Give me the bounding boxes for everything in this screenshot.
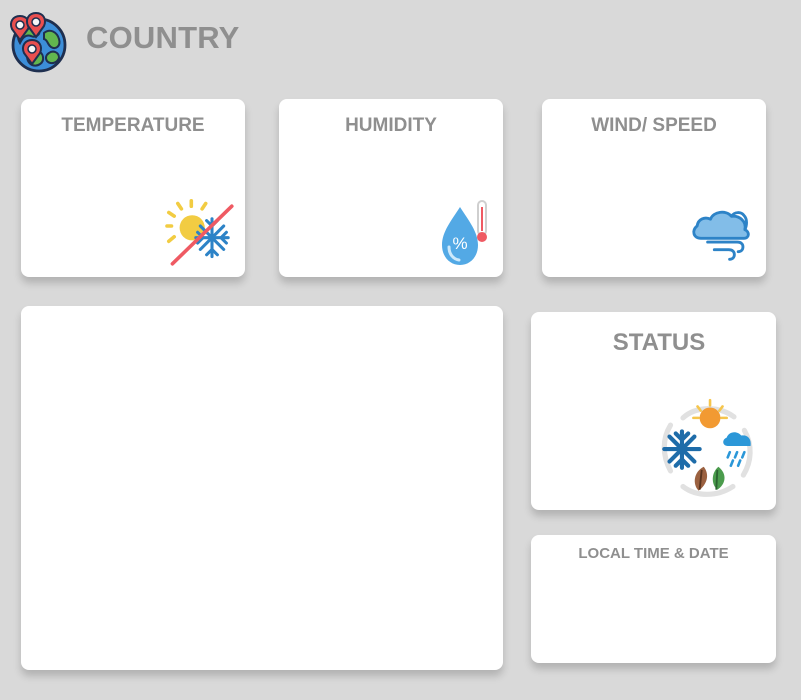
page-title: COUNTRY xyxy=(86,20,240,55)
header: COUNTRY xyxy=(5,8,325,74)
cloud-wind-icon xyxy=(692,210,750,261)
wind-speed-card: WIND/ SPEED xyxy=(542,99,766,277)
status-card: STATUS xyxy=(531,312,776,510)
svg-text:%: % xyxy=(452,234,467,253)
weather-seasons-icon xyxy=(661,398,753,497)
globe-pins-icon xyxy=(10,11,67,73)
temperature-label: TEMPERATURE xyxy=(61,115,205,136)
local-time-date-label: LOCAL TIME & DATE xyxy=(578,545,729,562)
humidity-card: HUMIDITY % xyxy=(279,99,503,277)
humidity-label: HUMIDITY xyxy=(345,115,437,136)
temperature-card: TEMPERATURE xyxy=(21,99,245,277)
main-panel xyxy=(21,306,503,670)
status-label: STATUS xyxy=(612,329,706,356)
sun-snowflake-icon xyxy=(165,199,234,266)
local-time-date-card: LOCAL TIME & DATE xyxy=(531,535,776,663)
wind-speed-label: WIND/ SPEED xyxy=(591,115,717,136)
water-drop-thermometer-icon: % xyxy=(442,200,487,265)
